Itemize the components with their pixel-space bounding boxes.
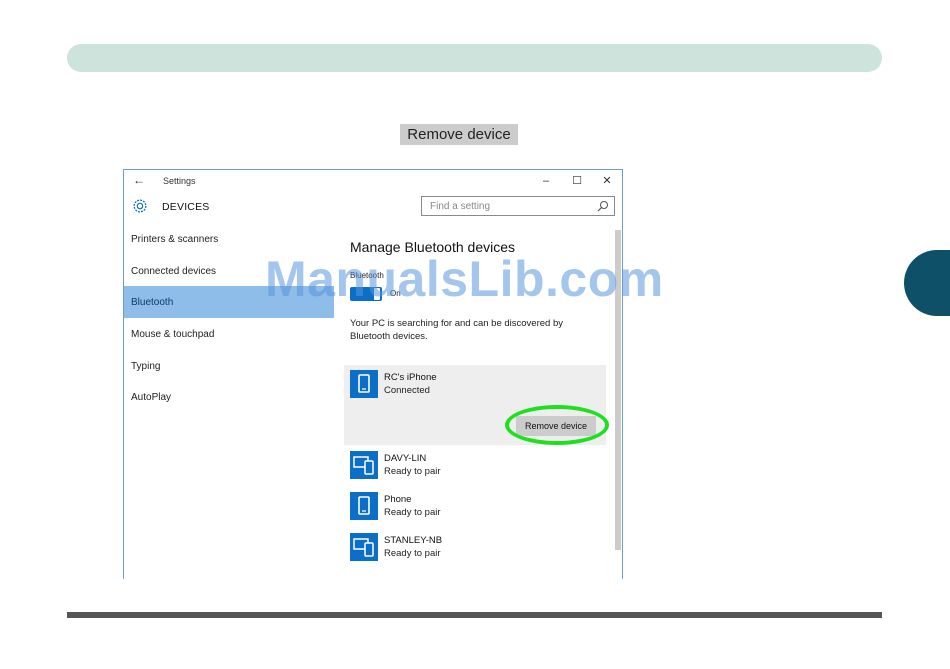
gear-icon [133,199,147,213]
back-arrow-icon[interactable]: ← [133,173,145,187]
device-status: Ready to pair [384,548,441,559]
maximize-button[interactable]: ☐ [567,172,587,190]
device-name: RC's iPhone [384,372,437,383]
remove-device-caption: Remove device [400,124,518,145]
device-status: Ready to pair [384,466,441,477]
device-name: STANLEY-NB [384,535,443,546]
footer-rule [67,612,882,618]
highlight-ring [505,405,609,445]
device-item[interactable]: Phone Ready to pair [350,492,600,526]
page-header-bar [67,44,882,72]
phone-icon [350,492,378,520]
device-status: Ready to pair [384,507,441,518]
sidebar-item-typing[interactable]: Typing [124,350,334,382]
window-title: Settings [163,176,196,186]
sidebar-item-autoplay[interactable]: AutoPlay [124,381,334,413]
computer-icon [350,451,378,479]
device-name: Phone [384,494,412,505]
device-item[interactable]: RC's iPhone Connected [350,370,600,404]
computer-icon [350,533,378,561]
chapter-tab [904,250,950,316]
search-placeholder: Find a setting [430,201,491,212]
section-title: DEVICES [162,201,210,213]
device-item[interactable]: STANLEY-NB Ready to pair [350,533,600,567]
search-input[interactable]: Find a setting [421,196,615,216]
close-button[interactable]: ✕ [597,172,617,190]
watermark: ManualsLib.com [265,251,664,307]
phone-icon [350,370,378,398]
settings-window: ← Settings – ☐ ✕ DEVICES Find a setting … [123,169,623,579]
minimize-button[interactable]: – [536,172,556,190]
sidebar-item-mouse-touchpad[interactable]: Mouse & touchpad [124,318,334,350]
search-icon[interactable] [597,200,609,212]
titlebar: ← Settings – ☐ ✕ [124,170,622,192]
status-text: Your PC is searching for and can be disc… [350,318,563,342]
device-item[interactable]: DAVY-LIN Ready to pair [350,451,600,485]
device-status: Connected [384,385,430,396]
device-name: DAVY-LIN [384,453,427,464]
